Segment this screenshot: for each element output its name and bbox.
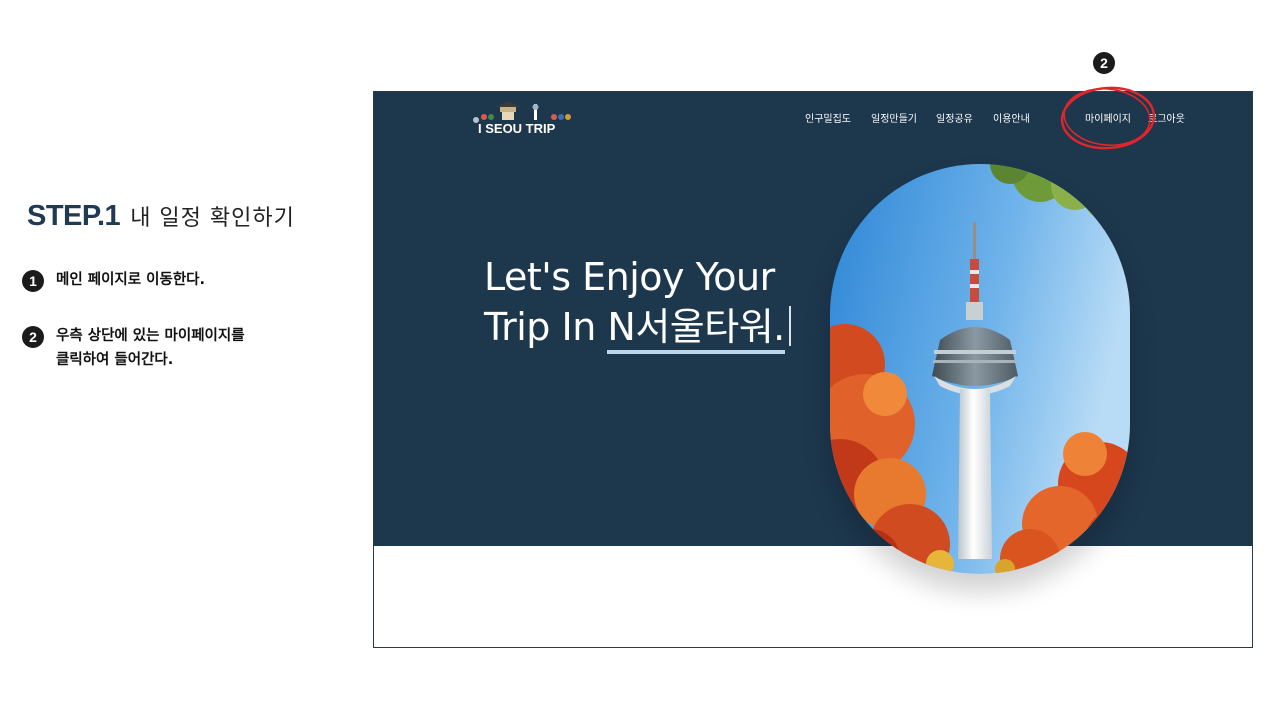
number-2-icon: 2 (22, 326, 44, 348)
text-cursor (788, 306, 791, 346)
hero-line-1: Let's Enjoy Your (484, 255, 775, 299)
instruction-text: 메인 페이지로 이동한다. (56, 272, 206, 288)
n-seoul-tower-image (830, 164, 1130, 574)
step-heading: STEP.1 내 일정 확인하기 (27, 200, 295, 233)
logo-text: I SEOU TRIP (478, 121, 556, 136)
hero-section: I SEOU TRIP 인구밀집도 일정만들기 일정공유 이용안내 마이페이지 … (374, 92, 1252, 574)
number-1-icon: 1 (22, 270, 44, 292)
instruction-item-1: 1 메인 페이지로 이동한다. (22, 268, 205, 292)
number-2-icon: 2 (1093, 52, 1115, 74)
hero-line-2-prefix: Trip In (484, 305, 608, 349)
instruction-item-2: 2 우측 상단에 있는 마이페이지를 클릭하여 들어간다. (22, 324, 245, 372)
nav-make-schedule[interactable]: 일정만들기 (871, 110, 917, 125)
nav-share-schedule[interactable]: 일정공유 (936, 110, 973, 125)
instruction-text: 우측 상단에 있는 마이페이지를 (56, 328, 245, 344)
step-title: 내 일정 확인하기 (130, 206, 295, 231)
highlight-circle-icon (1060, 86, 1156, 150)
step-number: STEP.1 (27, 200, 121, 232)
tower-illustration-icon (830, 164, 1130, 574)
site-logo[interactable]: I SEOU TRIP (454, 98, 584, 138)
website-screenshot: I SEOU TRIP 인구밀집도 일정만들기 일정공유 이용안내 마이페이지 … (373, 91, 1253, 648)
hero-highlight: N서울타워. (607, 302, 785, 354)
hero-heading: Let's Enjoy Your Trip In N서울타워. (484, 252, 791, 354)
seoul-trip-logo-icon: I SEOU TRIP (473, 101, 571, 136)
nav-guide[interactable]: 이용안내 (993, 110, 1030, 125)
instruction-text: 클릭하여 들어간다. (56, 352, 174, 368)
nav-population-density[interactable]: 인구밀집도 (805, 110, 851, 125)
